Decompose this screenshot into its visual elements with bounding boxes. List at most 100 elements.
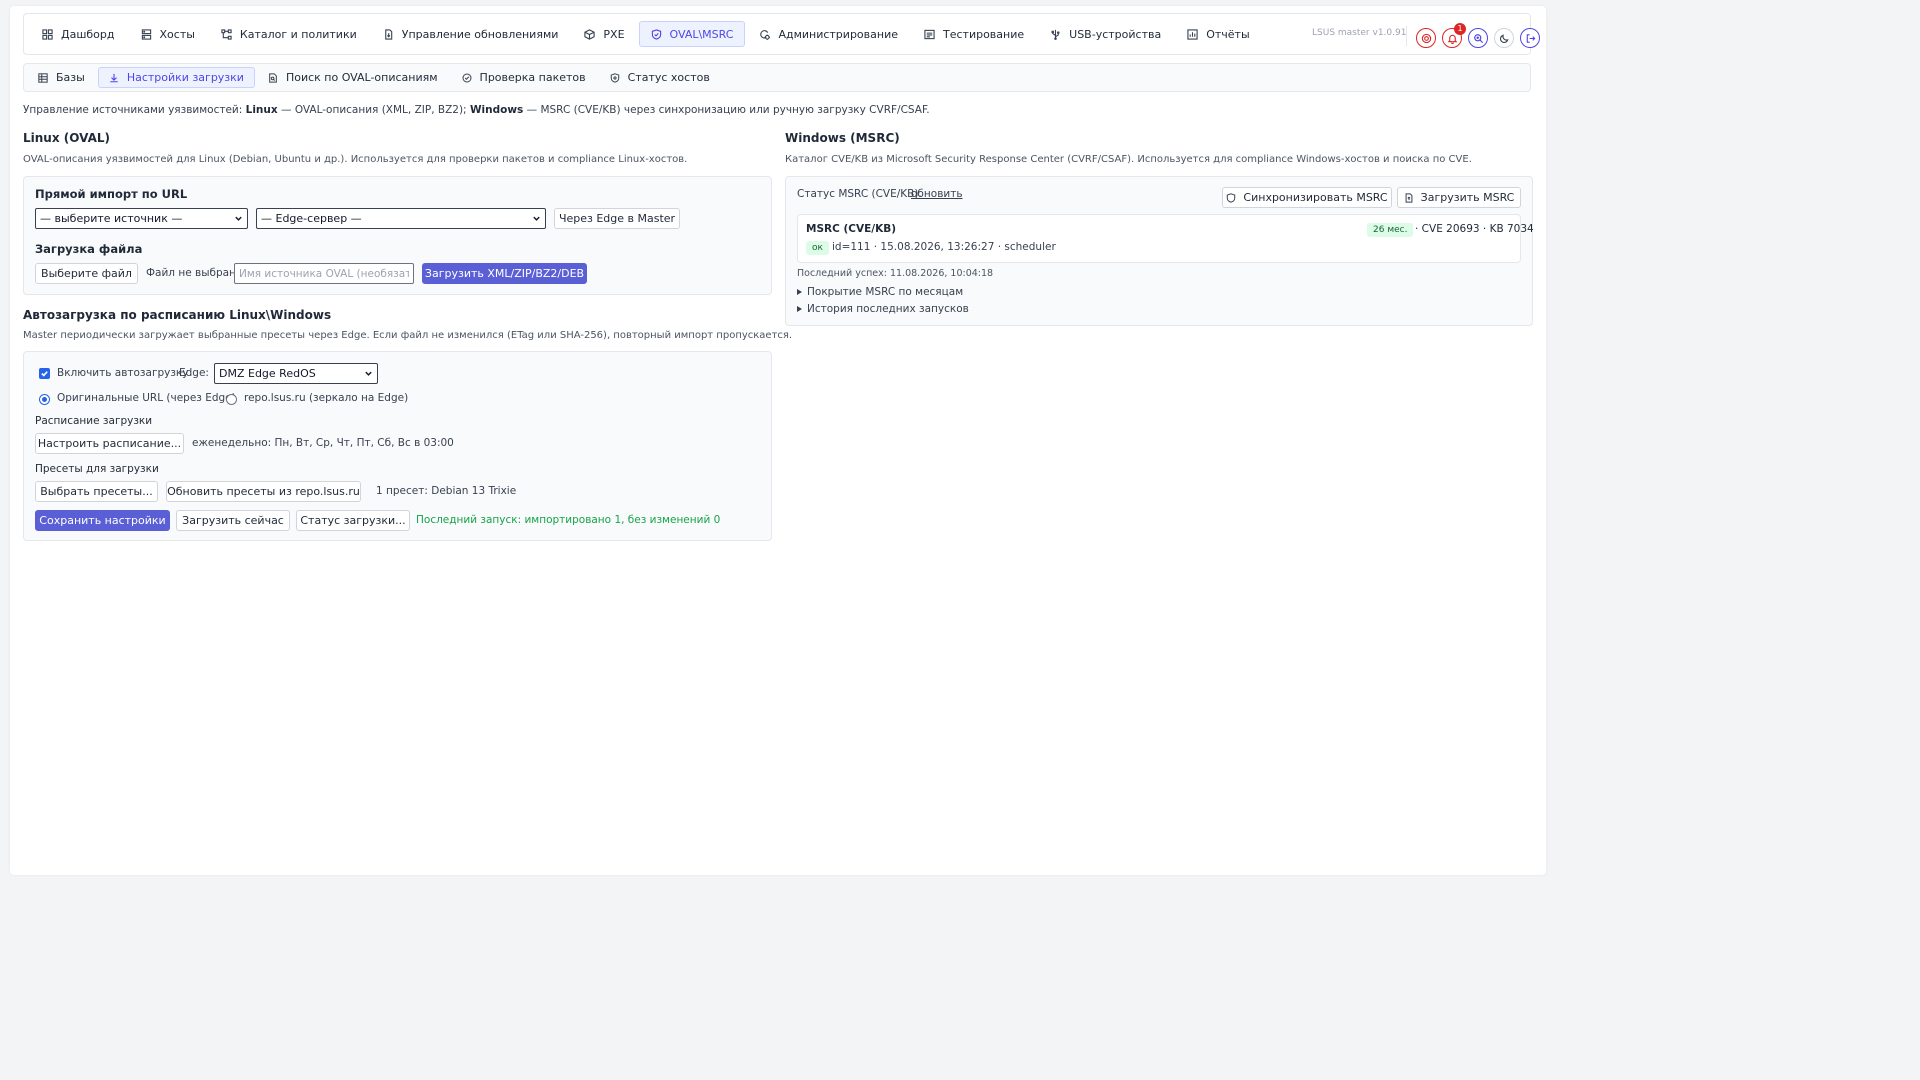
- divider: [1406, 26, 1407, 46]
- oval-source-name-input[interactable]: [234, 263, 414, 284]
- linux-import-panel: Прямой импорт по URL — выберите источник…: [23, 176, 772, 295]
- intro-middle: — OVAL-описания (XML, ZIP, BZ2);: [277, 104, 470, 116]
- sync-msrc-label: Синхронизировать MSRC: [1243, 191, 1388, 204]
- radio-mirror-label: repo.lsus.ru (зеркало на Edge): [244, 392, 409, 404]
- triangle-right-icon: [797, 289, 802, 295]
- autoload-desc: Master периодически загружает выбранные …: [23, 330, 793, 341]
- file-upload-icon: [1404, 192, 1414, 203]
- shield-icon: [1226, 192, 1236, 203]
- search-button[interactable]: [1468, 28, 1488, 48]
- msrc-counts: · CVE 20693 · KB 7034: [1415, 223, 1534, 235]
- subtab-oval-search[interactable]: Поиск по OVAL-описаниям: [257, 67, 449, 88]
- nav-label: PXE: [603, 27, 625, 41]
- nav-label: Отчёты: [1206, 27, 1250, 41]
- msrc-card-title: MSRC (CVE/KB): [806, 223, 897, 235]
- notification-count-badge: 1: [1454, 23, 1466, 35]
- nav-oval-msrc[interactable]: OVAL\MSRC: [638, 21, 746, 47]
- nav-reports[interactable]: Отчёты: [1175, 21, 1261, 47]
- source-select[interactable]: — выберите источник —: [35, 208, 248, 229]
- nav-testing[interactable]: Тестирование: [912, 21, 1036, 47]
- nav-label: Управление обновлениями: [401, 27, 559, 41]
- autoload-title: Автозагрузка по расписанию Linux\Windows: [23, 308, 332, 322]
- triangle-right-icon: [797, 306, 802, 312]
- subtab-bases[interactable]: Базы: [27, 67, 96, 88]
- admin-icon: [759, 29, 771, 40]
- save-settings-button[interactable]: Сохранить настройки: [35, 510, 170, 531]
- msrc-status-label: Статус MSRC (CVE/KB).: [797, 188, 922, 200]
- nav-label: OVAL\MSRC: [669, 27, 734, 41]
- nav-updates[interactable]: Управление обновлениями: [371, 21, 571, 47]
- subtab-load-settings[interactable]: Настройки загрузки: [97, 67, 255, 88]
- subtab-package-check[interactable]: Проверка пакетов: [451, 67, 597, 88]
- coverage-details-label: Покрытие MSRC по месяцам: [807, 286, 964, 298]
- download-icon: [109, 73, 119, 83]
- nav-catalog[interactable]: Каталог и политики: [209, 21, 369, 47]
- autoload-panel: Включить автозагрузку Edge: DMZ Edge Red…: [23, 351, 772, 541]
- intro-linux: Linux: [245, 104, 278, 116]
- nav-admin[interactable]: Администрирование: [747, 21, 910, 47]
- radio-original-urls[interactable]: [39, 394, 50, 405]
- upload-msrc-button[interactable]: Загрузить MSRC: [1397, 187, 1521, 208]
- update-presets-button[interactable]: Обновить пресеты из repo.lsus.ru: [166, 481, 361, 502]
- grid-icon: [42, 28, 53, 40]
- upload-msrc-label: Загрузить MSRC: [1420, 191, 1515, 204]
- box-icon: [584, 28, 596, 40]
- help-button[interactable]: [1416, 28, 1436, 48]
- windows-title: Windows (MSRC): [785, 131, 900, 145]
- choose-presets-button[interactable]: Выбрать пресеты...: [35, 481, 158, 502]
- enable-autoload-label: Включить автозагрузку: [57, 367, 189, 379]
- msrc-refresh-link[interactable]: обновить: [911, 188, 963, 200]
- chevron-down-icon: [532, 214, 541, 223]
- load-status-button[interactable]: Статус загрузки...: [296, 510, 410, 531]
- edge-label: Edge:: [179, 367, 209, 379]
- notifications-button[interactable]: 1: [1442, 23, 1466, 48]
- msrc-status-card: MSRC (CVE/KB) 26 мес. · CVE 20693 · KB 7…: [797, 214, 1534, 263]
- sub-nav: Базы Настройки загрузки Поиск по OVAL-оп…: [23, 63, 1531, 92]
- coverage-details-toggle[interactable]: Покрытие MSRC по месяцам: [797, 286, 963, 298]
- nav-label: Хосты: [159, 27, 195, 41]
- network-icon: [221, 28, 232, 40]
- usb-icon: [1050, 29, 1061, 40]
- via-edge-button[interactable]: Через Edge в Master: [554, 208, 680, 229]
- app-version: LSUS master v1.0.91: [1312, 28, 1407, 38]
- months-badge: 26 мес.: [1367, 223, 1414, 237]
- edge-server-select[interactable]: — Edge-сервер —: [256, 208, 546, 229]
- lifebuoy-icon: [1421, 33, 1432, 44]
- configure-schedule-button[interactable]: Настроить расписание...: [35, 433, 184, 454]
- no-file-label: Файл не выбран: [146, 267, 236, 279]
- nav-pxe[interactable]: PXE: [572, 21, 636, 47]
- subtab-host-status[interactable]: Статус хостов: [599, 67, 721, 88]
- subtab-label: Настройки загрузки: [126, 71, 244, 84]
- nav-label: Администрирование: [778, 27, 898, 41]
- enable-autoload-checkbox[interactable]: [39, 368, 50, 379]
- file-update-icon: [383, 28, 394, 40]
- logout-button[interactable]: [1520, 28, 1540, 48]
- status-ok-badge: ок: [806, 241, 829, 255]
- autoload-edge-select[interactable]: DMZ Edge RedOS: [214, 363, 378, 384]
- nav-hosts[interactable]: Хосты: [129, 21, 207, 47]
- autoload-edge-value: DMZ Edge RedOS: [219, 367, 316, 380]
- server-icon: [141, 28, 152, 40]
- sync-msrc-button[interactable]: Синхронизировать MSRC: [1222, 187, 1392, 208]
- load-now-button[interactable]: Загрузить сейчас: [176, 510, 290, 531]
- shield-icon: [651, 28, 662, 40]
- intro-text: Управление источниками уязвимостей: Linu…: [23, 104, 930, 116]
- bell-icon: [1447, 33, 1458, 44]
- document-search-icon: [268, 72, 278, 83]
- upload-xml-button[interactable]: Загрузить XML/ZIP/BZ2/DEB: [422, 263, 587, 284]
- schedule-title: Расписание загрузки: [35, 415, 153, 427]
- last-success: Последний успех: 11.08.2026, 10:04:18: [797, 268, 994, 279]
- subtab-label: Базы: [56, 71, 85, 84]
- nav-usb[interactable]: USB-устройства: [1038, 21, 1173, 47]
- history-details-label: История последних запусков: [807, 303, 969, 315]
- radio-mirror[interactable]: [226, 394, 237, 405]
- choose-file-button[interactable]: Выберите файл: [35, 263, 138, 284]
- database-icon: [38, 72, 48, 83]
- linux-title: Linux (OVAL): [23, 131, 111, 145]
- history-details-toggle[interactable]: История последних запусков: [797, 303, 969, 315]
- last-run-status: Последний запуск: импортировано 1, без и…: [416, 514, 721, 526]
- check-circle-icon: [462, 72, 472, 83]
- shield-check-icon: [610, 72, 620, 83]
- nav-dashboard[interactable]: Дашборд: [30, 21, 127, 47]
- theme-toggle-button[interactable]: [1494, 28, 1514, 48]
